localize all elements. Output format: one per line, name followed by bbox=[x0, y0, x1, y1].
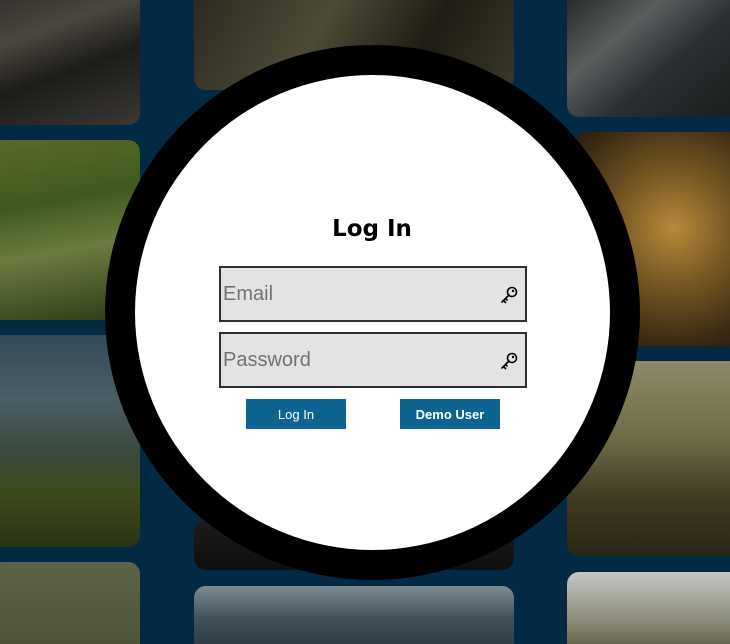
password-field[interactable] bbox=[219, 332, 527, 388]
email-input[interactable] bbox=[221, 268, 525, 320]
background-photo bbox=[0, 562, 140, 644]
login-button[interactable]: Log In bbox=[246, 399, 346, 429]
background-photo bbox=[567, 572, 730, 644]
email-field[interactable] bbox=[219, 266, 527, 322]
key-icon bbox=[501, 352, 518, 370]
demo-user-button[interactable]: Demo User bbox=[400, 399, 500, 429]
password-input[interactable] bbox=[221, 334, 525, 386]
key-icon bbox=[501, 286, 518, 304]
background-photo bbox=[567, 0, 730, 117]
background-photo bbox=[0, 0, 140, 125]
background-photo bbox=[194, 586, 514, 644]
page-title: Log In bbox=[332, 216, 412, 242]
